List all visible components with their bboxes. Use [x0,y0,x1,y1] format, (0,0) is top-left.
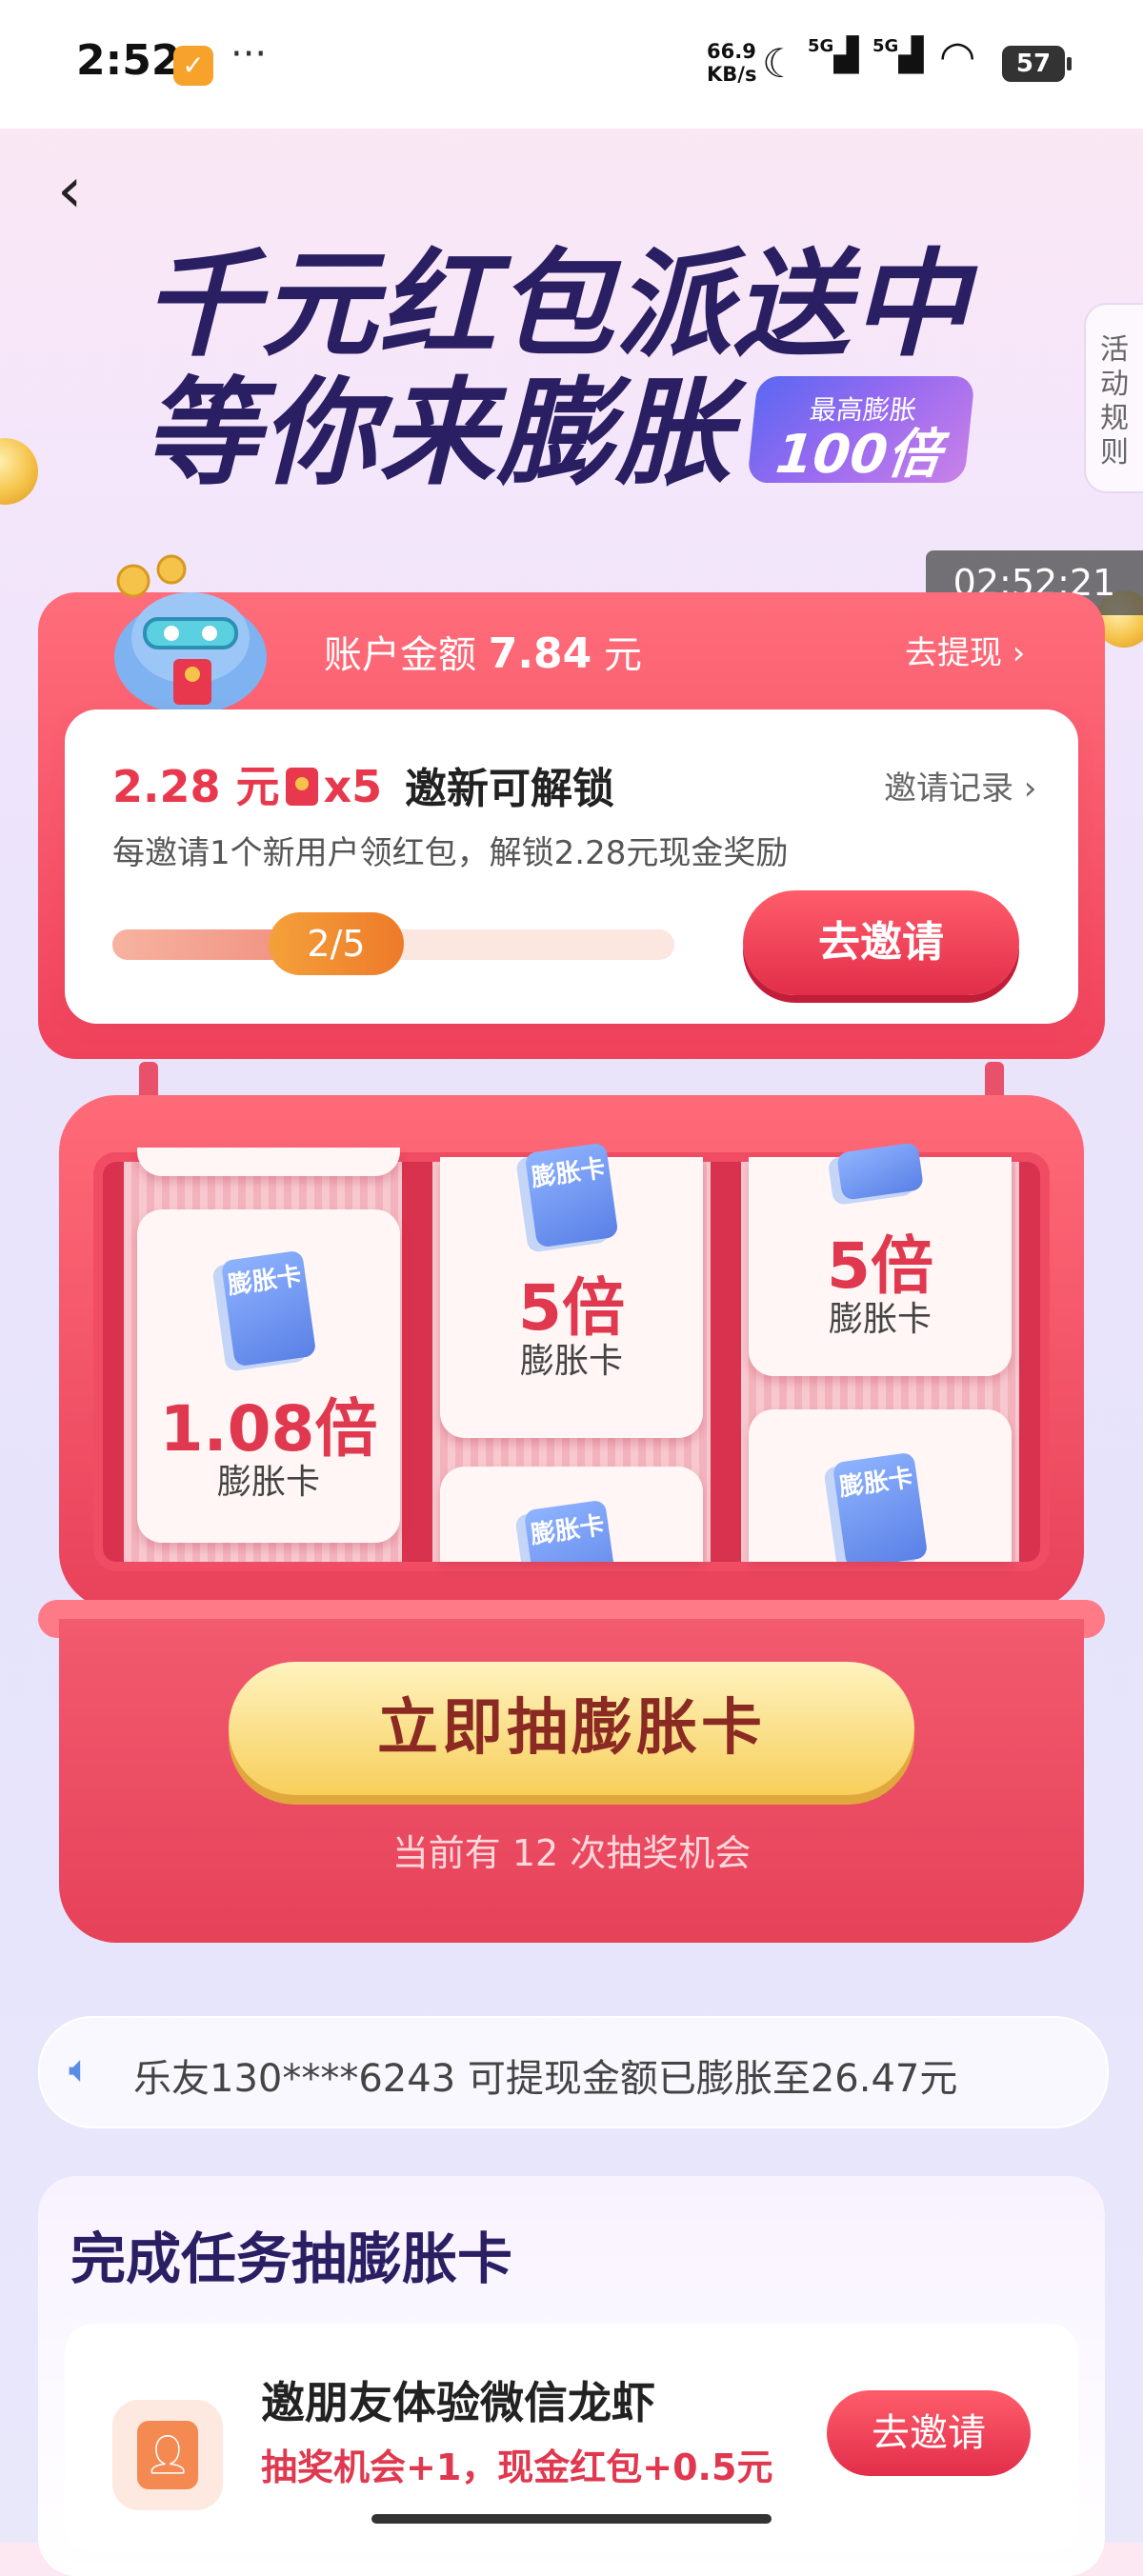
badge-value: 100倍 [772,424,945,486]
signal-icon-sim2: 5G▟ [872,36,924,74]
max-multiplier-badge: 最高膨胀 100倍 [747,376,975,486]
card-name: 膨胀卡 [216,1463,320,1502]
task-title: 邀朋友体验微信龙虾 [261,2377,655,2428]
network-speed-unit: KB/s [707,63,757,86]
draw-chances-text: 当前有 12 次抽奖机会 [391,1832,752,1874]
mascot-icon [95,552,286,714]
expansion-card-icon: 膨胀卡 [220,1249,317,1368]
account-amount-value: 7.84 [488,629,592,678]
account-amount: 账户金额 7.84 元 [324,624,642,679]
more-notifications-icon: ··· [231,32,268,76]
sim2-label: 5G [872,36,899,56]
account-amount-unit: 元 [604,633,642,677]
announcement-text: 乐友130****6243 可提现金额已膨胀至26.47元 [133,2057,958,2101]
expansion-card-icon: 膨胀卡 [523,1499,620,1562]
network-speed: 66.9 KB/s [707,40,757,86]
network-speed-value: 66.9 [707,40,756,63]
task-section-title: 完成任务抽膨胀卡 [70,2227,513,2291]
expansion-card: 膨胀卡 1.08倍 膨胀卡 [137,1209,400,1543]
signal-icon-sim1: 5G▟ [808,36,859,74]
task-reward: 抽奖机会+1，现金红包+0.5元 [261,2446,773,2488]
expansion-card: 5倍 膨胀卡 [749,1142,1012,1376]
red-envelope-icon [285,768,318,806]
battery-icon: 57 [1002,46,1072,82]
back-button[interactable]: ‹ [57,157,82,224]
expansion-card-icon: 膨胀卡 [832,1451,929,1562]
reward-amount-value: 2.28 元 [112,761,280,812]
card-multiplier: 5倍 [518,1271,625,1345]
invite-button[interactable]: 去邀请 [743,890,1019,995]
wifi-icon: ◠ [939,32,976,81]
expansion-card: 膨胀卡 5倍 膨胀卡 [440,1142,703,1438]
reward-times: x5 [323,761,383,812]
app-notification-icon: ✓ [173,46,213,86]
card-multiplier: 5倍 [827,1229,933,1303]
sim1-label: 5G [808,36,834,56]
expansion-card-partial: 膨胀卡 [749,1409,1012,1562]
invite-friend-icon: 👤︎ [112,2400,223,2510]
invite-record-link[interactable]: 邀请记录 › [884,762,1036,809]
card-partial [137,1148,400,1176]
status-time: 2:52 [76,36,181,85]
speaker-icon: 🔈︎ [69,2047,91,2091]
coin-decoration-icon [0,438,38,505]
expansion-card-icon: 膨胀卡 [524,1142,619,1248]
home-indicator[interactable] [371,2514,772,2524]
page-title-line2: 等你来膨胀 [143,366,733,501]
badge-label: 最高膨胀 [808,394,918,426]
unlock-label: 邀新可解锁 [405,765,614,813]
withdraw-link[interactable]: 去提现 › [905,627,1025,673]
page-title-line1: 千元红包派送中 [143,237,970,372]
rules-button[interactable]: 活动规则 [1084,303,1143,493]
draw-card-button[interactable]: 立即抽膨胀卡 [229,1662,914,1795]
task-invite-button[interactable]: 去邀请 [827,2390,1031,2476]
expansion-card-partial: 膨胀卡 [440,1467,703,1562]
do-not-disturb-icon: ☾ [762,40,798,87]
chevron-left-icon: ‹ [57,153,83,227]
card-name: 膨胀卡 [519,1342,623,1381]
card-name: 膨胀卡 [828,1300,932,1339]
progress-indicator: 2/5 [269,912,404,975]
account-amount-label: 账户金额 [324,633,476,677]
invite-description: 每邀请1个新用户领红包，解锁2.28元现金奖励 [112,834,789,872]
card-multiplier: 1.08倍 [159,1392,378,1466]
reward-amount: 2.28 元 x5 [112,752,382,815]
expansion-card-icon [835,1142,925,1201]
